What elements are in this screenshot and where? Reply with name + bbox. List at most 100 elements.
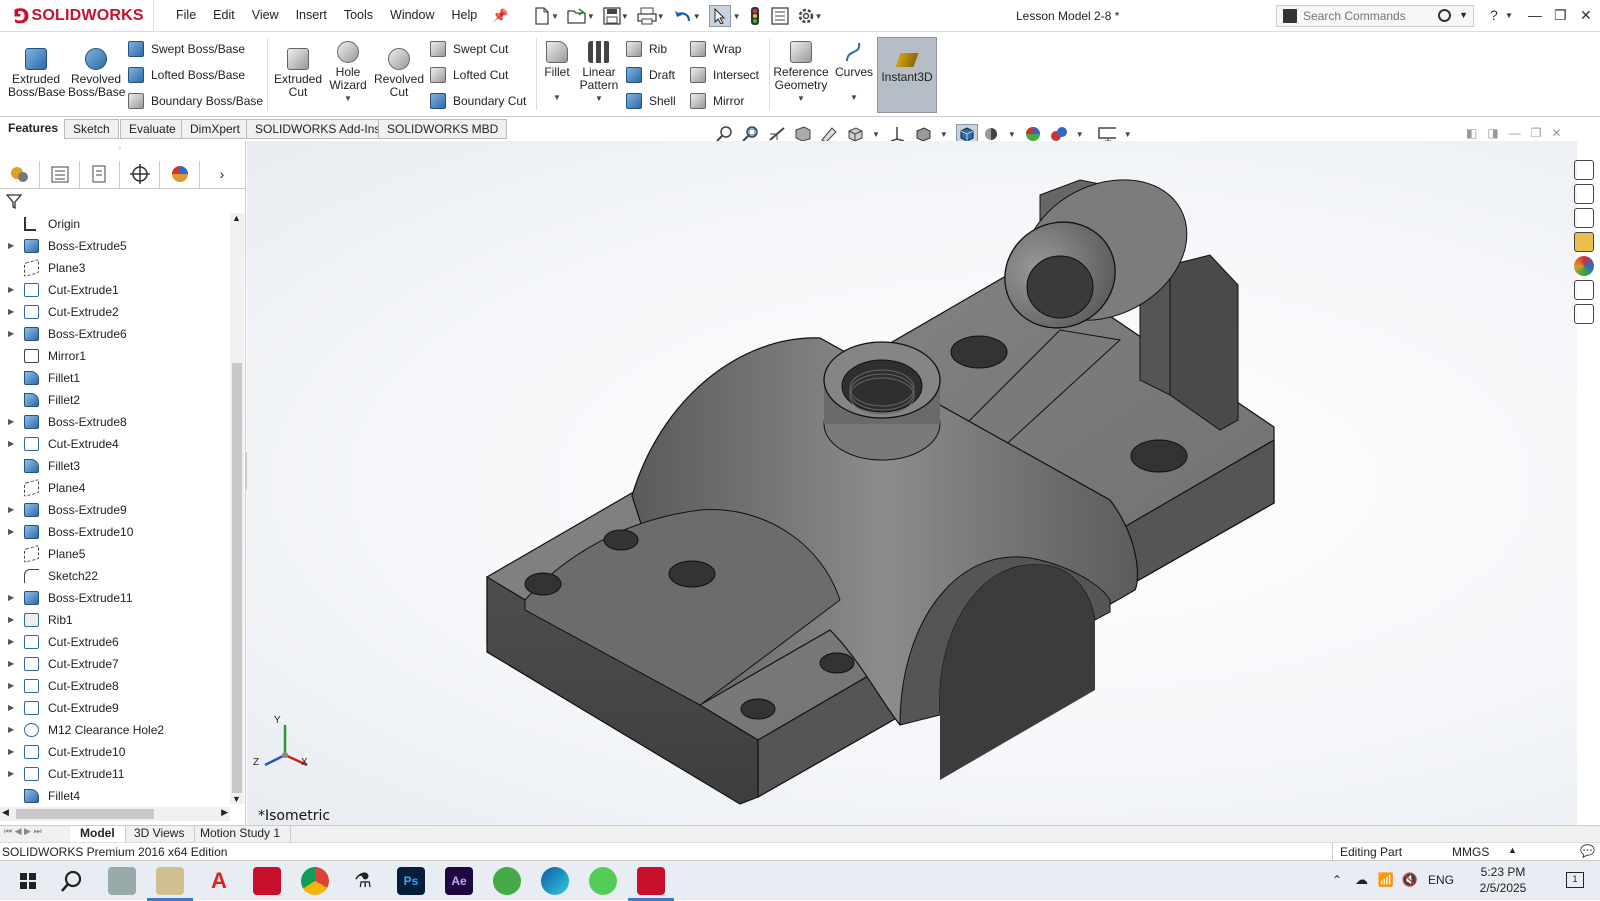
expand-arrow-icon[interactable]: ▶ — [8, 323, 14, 345]
shell-button[interactable]: Shell — [626, 93, 676, 109]
search-commands-box[interactable]: ▼ — [1276, 5, 1474, 27]
expand-arrow-icon[interactable]: ▶ — [8, 763, 14, 785]
undo-dropdown-icon[interactable]: ▼ — [693, 12, 701, 21]
unit-system-selector[interactable]: MMGS — [1452, 845, 1489, 859]
monitor-display-icon[interactable] — [1097, 126, 1116, 142]
tree-item[interactable]: ▶ Cut-Extrude10 — [0, 741, 232, 763]
tree-item[interactable]: ▶ Boss-Extrude11 — [0, 587, 232, 609]
home-icon[interactable] — [1574, 160, 1594, 180]
quick-tips-icon[interactable]: 💬 — [1580, 844, 1595, 858]
panel-expand-arrow-icon[interactable]: › — [200, 161, 244, 188]
expand-arrow-icon[interactable]: ▶ — [8, 675, 14, 697]
tab-sketch[interactable]: Sketch — [64, 119, 119, 139]
solidworks-active-app-icon[interactable] — [628, 867, 674, 901]
tree-item[interactable]: Fillet3 — [0, 455, 232, 477]
viewport-minimize-icon[interactable]: — — [1509, 126, 1521, 140]
lofted-boss-button[interactable]: Lofted Boss/Base — [128, 67, 245, 83]
tree-item[interactable]: ▶ Cut-Extrude2 — [0, 301, 232, 323]
units-up-arrow-icon[interactable]: ▲ — [1508, 845, 1517, 855]
appearances-icon[interactable] — [1574, 256, 1594, 276]
menu-help[interactable]: Help — [452, 8, 478, 22]
file-explorer-icon[interactable] — [1574, 208, 1594, 228]
graphics-area[interactable]: Y X Z — [247, 141, 1577, 825]
intersect-button[interactable]: Intersect — [690, 67, 759, 83]
display-style-axis-icon[interactable] — [888, 126, 906, 142]
boundary-boss-button[interactable]: Boundary Boss/Base — [128, 93, 263, 109]
open-folder-icon[interactable] — [567, 7, 587, 25]
tree-item[interactable]: Plane4 — [0, 477, 232, 499]
reference-geometry-dropdown-icon[interactable]: ▼ — [772, 92, 830, 105]
calculator-app-icon[interactable] — [108, 867, 136, 895]
mirror-button[interactable]: Mirror — [690, 93, 744, 109]
display-manager-tab[interactable] — [160, 161, 200, 188]
expand-arrow-icon[interactable]: ▶ — [8, 411, 14, 433]
previous-view-icon[interactable] — [768, 126, 786, 142]
tree-item[interactable]: Origin — [0, 213, 232, 235]
tree-item[interactable]: Fillet4 — [0, 785, 232, 807]
menu-window[interactable]: Window — [390, 8, 434, 22]
expand-arrow-icon[interactable]: ▶ — [8, 741, 14, 763]
view-orientation-dropdown-icon[interactable]: ▼ — [872, 130, 880, 139]
curves-dropdown-icon[interactable]: ▼ — [834, 91, 874, 104]
volume-muted-icon[interactable]: 🔇 — [1402, 872, 1418, 888]
viewport-tile-left-icon[interactable]: ◧ — [1466, 126, 1477, 140]
instant3d-button[interactable]: Instant3D — [877, 37, 937, 113]
expand-arrow-icon[interactable]: ▶ — [8, 521, 14, 543]
boundary-cut-button[interactable]: Boundary Cut — [430, 93, 526, 109]
chrome-app-icon[interactable] — [301, 867, 329, 895]
tree-item[interactable]: Mirror1 — [0, 345, 232, 367]
tree-item[interactable]: ▶ Cut-Extrude8 — [0, 675, 232, 697]
curves-button[interactable]: Curves ▼ — [834, 41, 874, 104]
scroll-right-arrow-icon[interactable]: ▶ — [221, 807, 228, 818]
help-button[interactable]: ? — [1490, 7, 1498, 23]
revolved-boss-button[interactable]: Revolved Boss/Base — [68, 48, 125, 99]
3d-part-model[interactable] — [247, 141, 1577, 825]
menu-insert[interactable]: Insert — [296, 8, 327, 22]
photoshop-app-icon[interactable]: Ps — [397, 867, 425, 895]
tree-item[interactable]: ▶ Boss-Extrude8 — [0, 411, 232, 433]
search-scope-icon[interactable] — [1283, 9, 1297, 23]
extruded-boss-button[interactable]: Extruded Boss/Base — [8, 48, 65, 99]
expand-arrow-icon[interactable]: ▶ — [8, 499, 14, 521]
search-input[interactable] — [1303, 9, 1433, 23]
menu-file[interactable]: File — [176, 8, 196, 22]
tree-horizontal-scrollbar[interactable]: ◀ ▶ — [0, 807, 230, 821]
hole-wizard-dropdown-icon[interactable]: ▼ — [325, 92, 371, 105]
edit-appearance-icon[interactable] — [982, 126, 1000, 142]
tab-scroll-first-icon[interactable]: ⏮ ◀ ▶ ⏭ — [4, 826, 42, 837]
expand-arrow-icon[interactable]: ▶ — [8, 301, 14, 323]
tree-item[interactable]: Sketch22 — [0, 565, 232, 587]
tree-item[interactable]: ▶ M12 Clearance Hole2 — [0, 719, 232, 741]
scroll-left-arrow-icon[interactable]: ◀ — [2, 807, 9, 818]
viewport-tile-right-icon[interactable]: ◨ — [1487, 126, 1498, 140]
view-orientation-icon[interactable] — [846, 126, 864, 142]
tree-item[interactable]: ▶ Cut-Extrude11 — [0, 763, 232, 785]
tab-evaluate[interactable]: Evaluate — [120, 119, 185, 139]
tab-features[interactable]: Features — [0, 119, 67, 139]
language-indicator[interactable]: ENG — [1428, 873, 1454, 887]
configuration-manager-tab[interactable] — [80, 161, 120, 188]
tab-motion-study[interactable]: Motion Study 1 — [190, 826, 292, 842]
property-manager-tab[interactable] — [40, 161, 80, 188]
save-icon[interactable] — [603, 7, 621, 25]
tree-item[interactable]: ▶ Cut-Extrude4 — [0, 433, 232, 455]
expand-arrow-icon[interactable]: ▶ — [8, 433, 14, 455]
clock-date[interactable]: 2/5/2025 — [1468, 881, 1538, 895]
expand-arrow-icon[interactable]: ▶ — [8, 653, 14, 675]
expand-arrow-icon[interactable]: ▶ — [8, 697, 14, 719]
tree-item[interactable]: Fillet2 — [0, 389, 232, 411]
custom-properties-icon[interactable] — [1574, 280, 1594, 300]
tree-item[interactable]: ▶ Boss-Extrude10 — [0, 521, 232, 543]
scene-dropdown-icon[interactable]: ▼ — [1076, 130, 1084, 139]
tab-solidworks-mbd[interactable]: SOLIDWORKS MBD — [378, 119, 508, 139]
tray-overflow-chevron-icon[interactable]: ⌃ — [1332, 873, 1342, 887]
select-dropdown-icon[interactable]: ▼ — [733, 12, 741, 21]
viewport-restore-icon[interactable]: ❐ — [1531, 126, 1542, 140]
open-dropdown-icon[interactable]: ▼ — [587, 12, 595, 21]
tab-3d-views[interactable]: 3D Views — [124, 826, 196, 842]
expand-arrow-icon[interactable]: ▶ — [8, 587, 14, 609]
panel-grip-icon[interactable]: ◦ — [118, 143, 121, 153]
reference-geometry-button[interactable]: Reference Geometry ▼ — [772, 41, 830, 105]
paint-app-icon[interactable] — [147, 867, 193, 901]
forum-icon[interactable] — [1574, 304, 1594, 324]
